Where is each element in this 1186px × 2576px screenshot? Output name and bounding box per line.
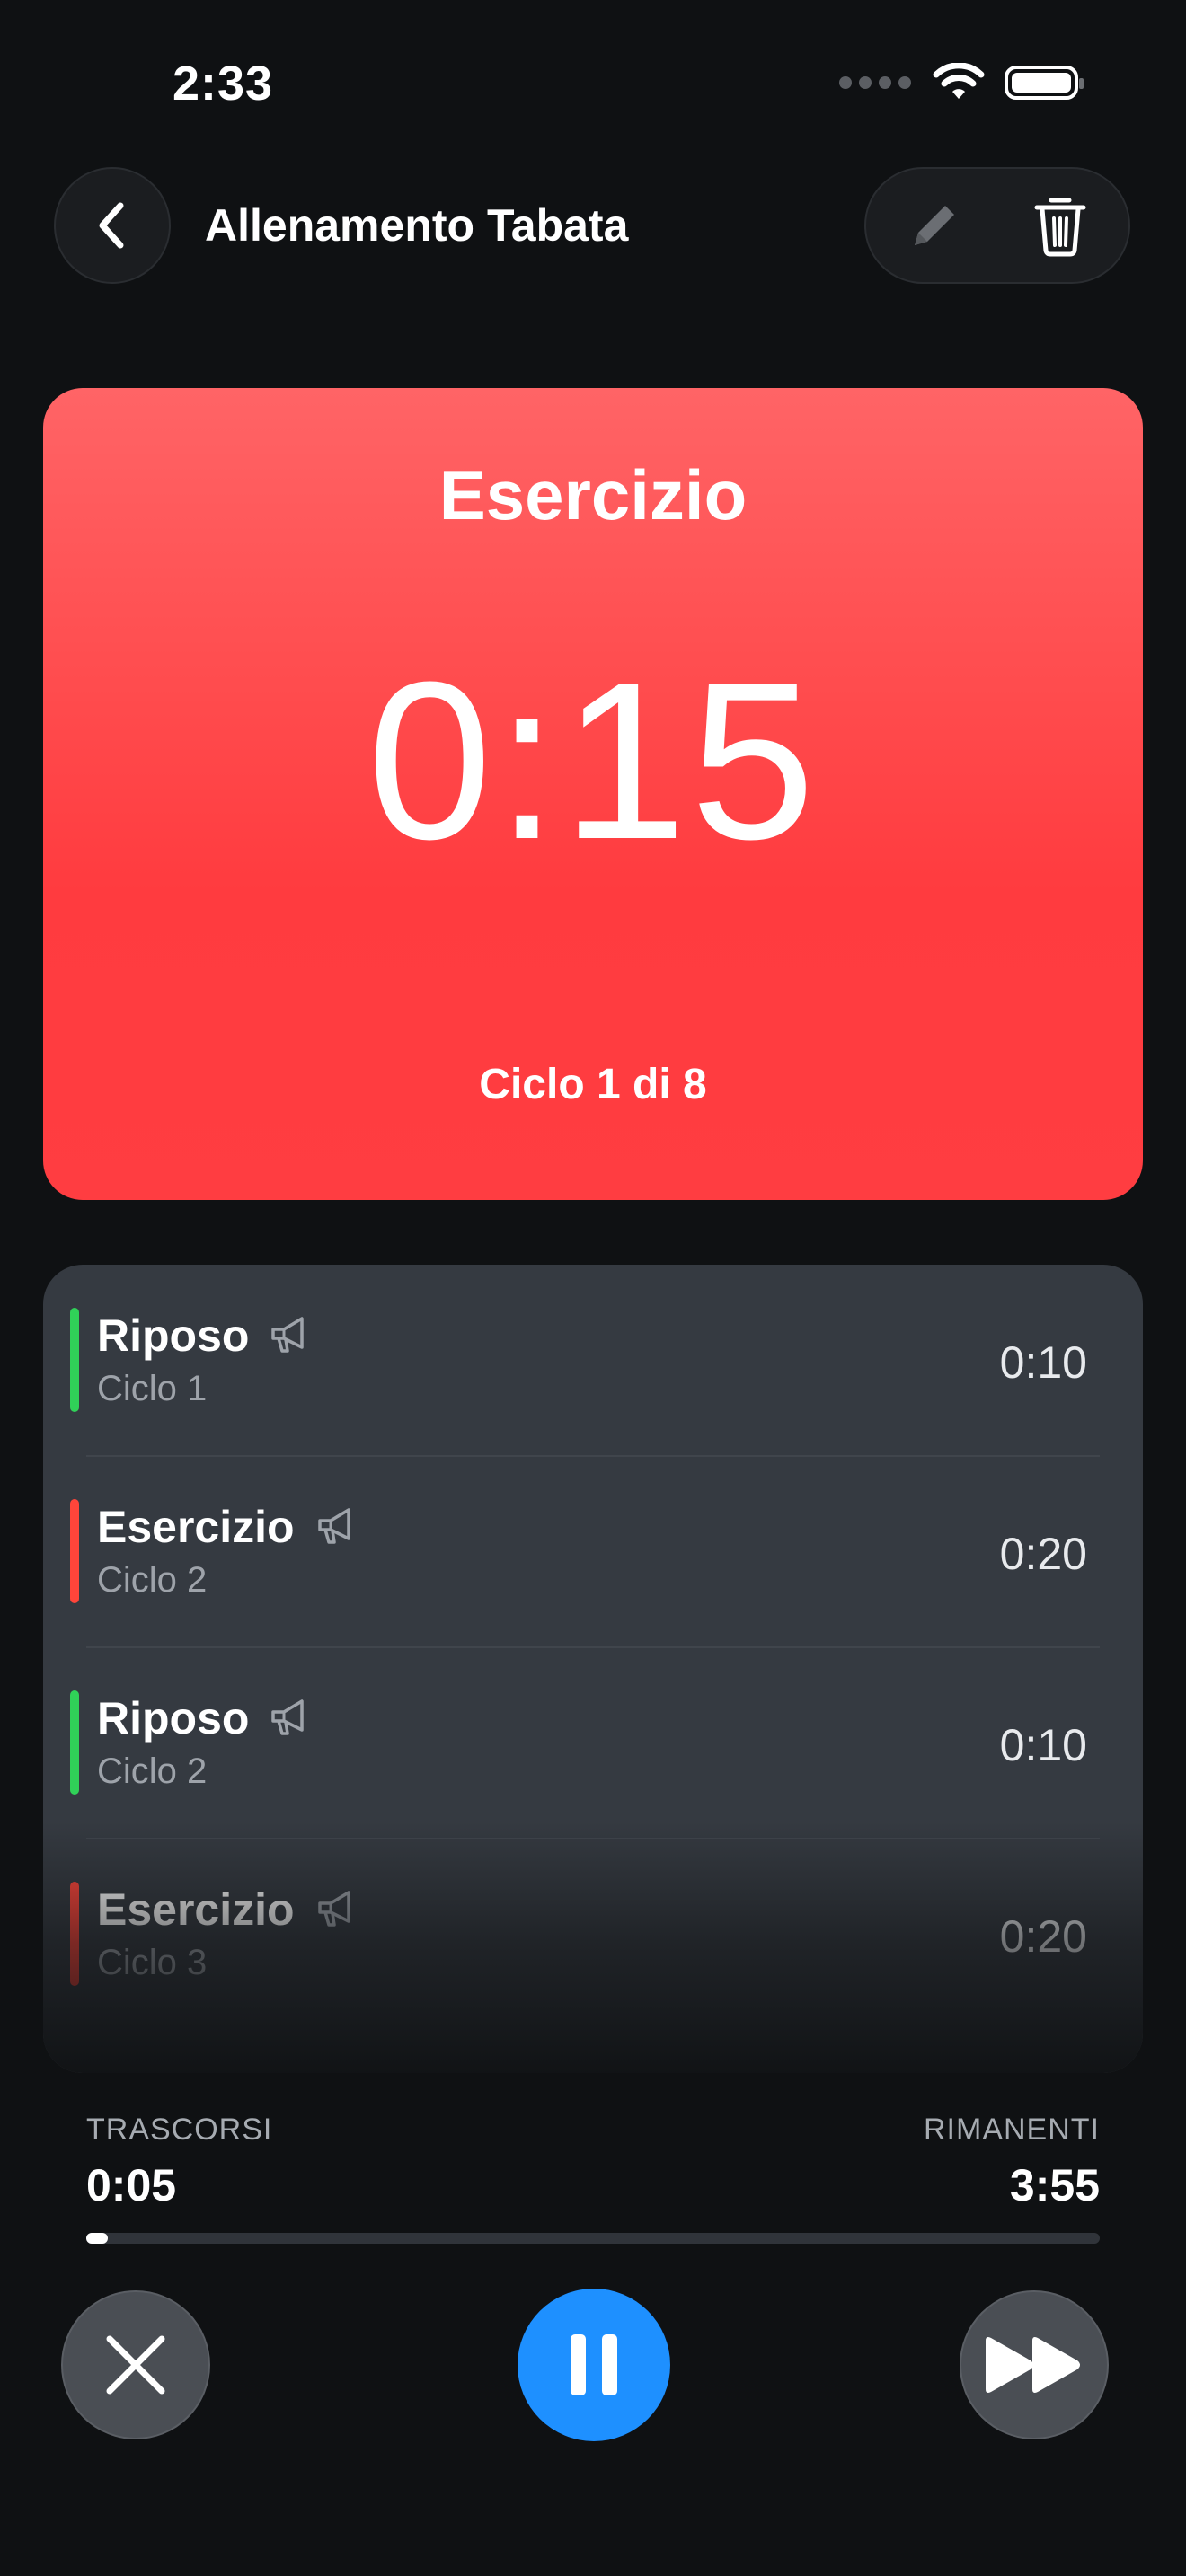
list-item[interactable]: Riposo Ciclo 2 0:10 xyxy=(43,1647,1143,1839)
step-name: Esercizio xyxy=(97,1502,295,1552)
megaphone-icon xyxy=(271,1317,304,1353)
delete-button[interactable] xyxy=(1024,190,1096,261)
chevron-left-icon xyxy=(99,202,124,249)
megaphone-icon xyxy=(318,1508,350,1544)
fast-forward-icon xyxy=(986,2337,1080,2393)
list-item[interactable]: Esercizio Ciclo 3 0:20 xyxy=(43,1839,1143,2030)
remaining-value: 3:55 xyxy=(1009,2160,1100,2210)
step-color-bar xyxy=(70,1690,79,1795)
remaining-label: RIMANENTI xyxy=(924,2113,1100,2147)
pause-icon xyxy=(571,2334,617,2395)
elapsed-value: 0:05 xyxy=(86,2160,177,2210)
step-color-bar xyxy=(70,1499,79,1603)
step-cycle: Ciclo 2 xyxy=(97,1560,208,1600)
step-cycle: Ciclo 3 xyxy=(97,1943,208,1982)
pencil-icon xyxy=(915,206,954,245)
elapsed-label: TRASCORSI xyxy=(86,2113,273,2147)
back-button[interactable] xyxy=(54,167,171,284)
skip-button[interactable] xyxy=(960,2290,1109,2439)
step-name: Esercizio xyxy=(97,1884,295,1935)
cancel-button[interactable] xyxy=(61,2290,210,2439)
step-cycle: Ciclo 2 xyxy=(97,1751,208,1791)
list-item[interactable]: Riposo Ciclo 1 0:10 xyxy=(43,1265,1143,1456)
progress-bar xyxy=(86,2233,1100,2244)
page-title: Allenamento Tabata xyxy=(205,200,629,251)
step-duration: 0:10 xyxy=(999,1720,1087,1770)
steps-list[interactable]: Riposo Ciclo 1 0:10 Esercizio Ciclo 2 0:… xyxy=(43,1265,1143,2073)
list-item[interactable]: Esercizio Ciclo 2 0:20 xyxy=(43,1456,1143,1647)
timer-card: Esercizio 0:15 Ciclo 1 di 8 xyxy=(43,388,1143,1200)
megaphone-icon xyxy=(318,1891,350,1927)
cycle-indicator: Ciclo 1 di 8 xyxy=(479,1061,707,1108)
wifi-icon xyxy=(933,63,985,99)
current-phase-name: Esercizio xyxy=(438,455,748,534)
step-color-bar xyxy=(70,1308,79,1412)
step-cycle: Ciclo 1 xyxy=(97,1369,208,1408)
pause-button[interactable] xyxy=(518,2289,670,2441)
status-icons xyxy=(839,63,1084,102)
status-time: 2:33 xyxy=(173,57,274,110)
close-icon xyxy=(106,2335,165,2395)
step-color-bar xyxy=(70,1882,79,1986)
step-duration: 0:20 xyxy=(999,1529,1087,1579)
timer-countdown: 0:15 xyxy=(367,635,819,886)
megaphone-icon xyxy=(271,1699,304,1735)
step-name: Riposo xyxy=(97,1310,250,1361)
step-duration: 0:20 xyxy=(999,1911,1087,1962)
edit-button[interactable] xyxy=(898,190,970,261)
battery-icon xyxy=(1005,66,1084,100)
trash-icon xyxy=(1034,198,1086,257)
progress-fill xyxy=(86,2233,108,2244)
cellular-signal-icon xyxy=(839,76,911,89)
step-duration: 0:10 xyxy=(999,1337,1087,1388)
header-actions xyxy=(864,167,1130,284)
step-name: Riposo xyxy=(97,1693,250,1743)
